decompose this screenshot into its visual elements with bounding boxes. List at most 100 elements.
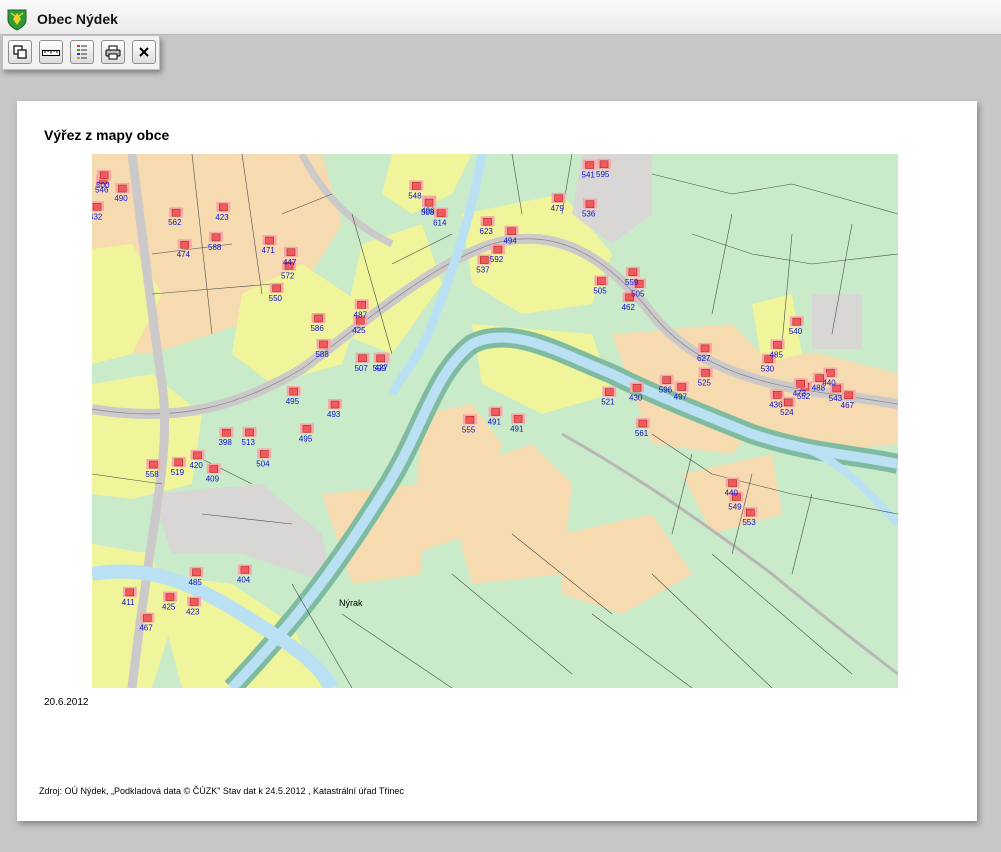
parcel-number-label: 543 — [829, 394, 843, 403]
building — [844, 391, 853, 400]
building — [289, 387, 298, 396]
building — [783, 398, 793, 407]
building — [180, 240, 189, 249]
parcel-number-label: 505 — [631, 289, 645, 298]
parcel-number-label: 572 — [281, 271, 295, 280]
building — [585, 200, 595, 208]
parcel-number-label: 541 — [582, 171, 596, 180]
parcel-number-label: 508 — [421, 208, 435, 217]
parcel-number-label: 507 — [354, 364, 368, 373]
copy-window-icon — [13, 45, 27, 59]
parcel-number-label: 548 — [408, 191, 422, 200]
legend-button[interactable] — [70, 40, 94, 64]
parcel-number-label: 553 — [742, 518, 756, 527]
built-area — [812, 294, 862, 349]
parcel-number-label: 485 — [770, 350, 784, 359]
building — [585, 161, 594, 169]
parcel-number-label: 561 — [635, 429, 649, 438]
parcel-number-label: 559 — [625, 278, 639, 287]
parcel-number-label: 536 — [582, 210, 596, 219]
parcel-number-label: 495 — [299, 434, 313, 443]
building — [597, 277, 606, 285]
parcel-number-label: 423 — [186, 608, 200, 617]
building — [192, 568, 201, 577]
cadastral-map[interactable]: 490 562 572 588 496 592 595 559 627 436 440 409 398 4… — [92, 154, 898, 688]
building — [222, 428, 231, 437]
building — [483, 217, 492, 226]
building — [701, 369, 710, 377]
building — [211, 233, 221, 242]
close-button[interactable] — [132, 40, 156, 64]
building — [772, 391, 782, 399]
building — [599, 160, 609, 169]
building — [628, 268, 638, 277]
parcel-number-label: 505 — [593, 287, 607, 296]
parcel-number-label: 411 — [122, 598, 135, 607]
print-date: 20.6.2012 — [44, 697, 89, 708]
building — [796, 379, 805, 388]
building — [219, 203, 228, 212]
building — [193, 451, 202, 460]
building — [209, 465, 218, 473]
parcel-number-label: 487 — [354, 310, 368, 319]
parcel-number-label: 440 — [725, 489, 739, 498]
parcel-number-label: 555 — [462, 425, 476, 434]
printer-icon — [105, 45, 121, 59]
building — [165, 593, 175, 601]
parcel-number-label: 497 — [674, 393, 688, 402]
building — [245, 428, 254, 437]
parcel-number-label: 420 — [189, 461, 203, 470]
parcel-number-label: 513 — [242, 438, 256, 447]
parcel-number-label: 493 — [327, 410, 341, 419]
close-icon — [139, 47, 149, 57]
parcel-number-label: 447 — [283, 258, 297, 267]
parcel-number-label: 623 — [480, 227, 494, 236]
building — [302, 425, 312, 433]
parcel-number-label: 562 — [168, 218, 182, 227]
building — [149, 460, 158, 469]
parcel-number-label: 485 — [188, 578, 202, 587]
building — [728, 479, 737, 487]
parcel-number-label: 525 — [698, 378, 712, 387]
parcel-number-label: 500 — [96, 181, 110, 190]
parcel-number-label: 467 — [841, 401, 855, 410]
building — [411, 182, 421, 190]
building — [286, 248, 296, 257]
building — [480, 256, 489, 264]
parcel-number-label: 462 — [622, 303, 636, 312]
parcel-number-label: 537 — [476, 266, 490, 275]
copy-window-button[interactable] — [8, 40, 32, 64]
measure-button[interactable] — [39, 40, 63, 64]
parcel-number-label: 596 — [659, 386, 673, 395]
building — [314, 314, 323, 323]
building — [792, 317, 802, 326]
building — [272, 284, 281, 293]
building — [677, 383, 686, 391]
parcel-number-label: 504 — [256, 459, 270, 468]
parcel-number-label: 404 — [237, 575, 251, 584]
building — [604, 388, 614, 396]
parcel-number-label: 425 — [352, 326, 366, 335]
parcel-number-label: 467 — [139, 624, 153, 633]
legend-list-icon — [77, 45, 87, 59]
building — [92, 203, 102, 211]
parcel-number-label: 558 — [145, 470, 159, 479]
building — [259, 450, 269, 458]
print-button[interactable] — [101, 40, 125, 64]
parcel-number-label: 588 — [315, 350, 329, 359]
parcel-number-label: 409 — [206, 474, 220, 483]
building — [638, 419, 648, 428]
building — [319, 340, 328, 349]
building — [513, 415, 523, 423]
parcel-number-label: 588 — [208, 243, 222, 252]
ruler-icon — [42, 50, 60, 56]
parcel-number-label: 521 — [601, 398, 615, 407]
parcel-number-label: 430 — [629, 393, 643, 402]
parcel-number-label: 479 — [551, 204, 565, 213]
parcel-number-label: 586 — [310, 324, 324, 333]
building — [330, 400, 340, 409]
building — [826, 369, 835, 377]
window-title: Obec Nýdek — [37, 11, 118, 27]
building — [424, 198, 434, 207]
building — [507, 227, 516, 235]
